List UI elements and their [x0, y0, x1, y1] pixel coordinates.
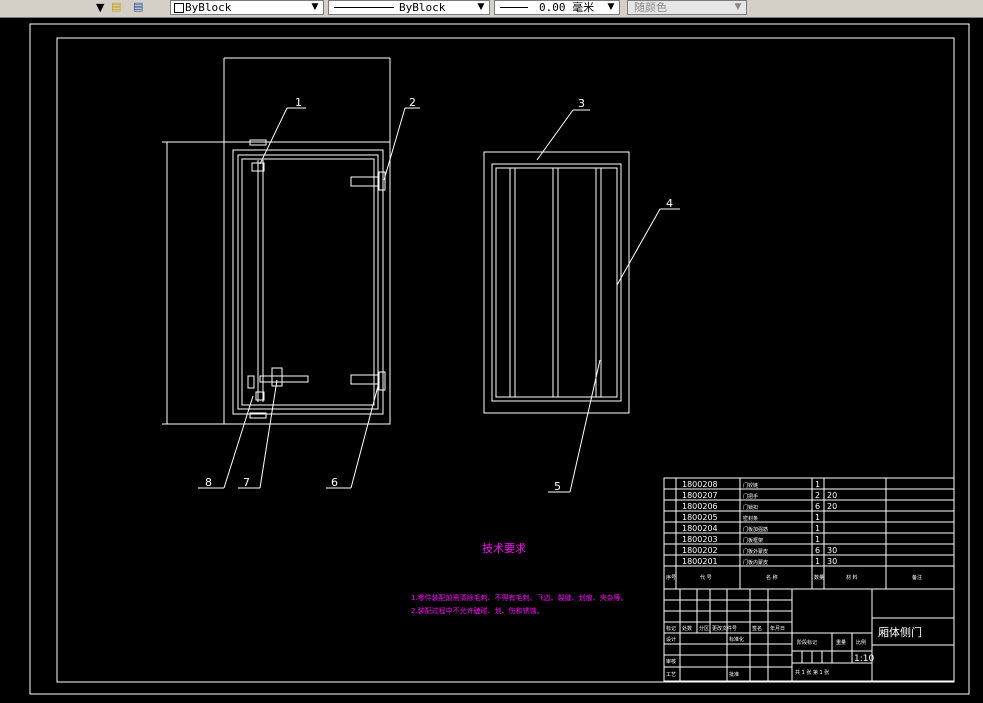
svg-text:门锁扣: 门锁扣	[743, 504, 758, 511]
svg-text:材 料: 材 料	[846, 574, 858, 581]
svg-text:设计: 设计	[666, 636, 676, 643]
svg-text:1800207: 1800207	[682, 491, 718, 500]
svg-text:1800201: 1800201	[682, 557, 718, 566]
svg-text:重量: 重量	[836, 639, 846, 646]
svg-text:门把手: 门把手	[743, 493, 758, 500]
svg-text:1: 1	[815, 480, 820, 489]
svg-text:代 号: 代 号	[700, 574, 712, 581]
svg-text:1: 1	[815, 513, 820, 522]
svg-text:批准: 批准	[729, 671, 739, 678]
svg-text:门板外蒙皮: 门板外蒙皮	[743, 548, 768, 555]
svg-text:分区: 分区	[699, 625, 709, 632]
svg-text:比例: 比例	[856, 639, 866, 646]
chevron-down-icon[interactable]: ▼	[475, 1, 487, 14]
svg-text:30: 30	[827, 557, 837, 566]
svg-text:工艺: 工艺	[666, 672, 676, 678]
dropdown-arrow-icon[interactable]: ▼	[96, 1, 104, 15]
door-front-view	[162, 57, 391, 425]
svg-text:处数: 处数	[682, 625, 692, 632]
chevron-down-icon[interactable]: ▼	[309, 1, 321, 14]
svg-text:6: 6	[815, 546, 820, 555]
svg-text:阶段标记: 阶段标记	[797, 639, 817, 646]
svg-text:1800204: 1800204	[682, 524, 718, 533]
chevron-down-icon[interactable]: ▼	[732, 1, 744, 14]
svg-text:年月日: 年月日	[770, 625, 785, 632]
svg-text:签名: 签名	[752, 625, 762, 632]
drawing-title: 厢体侧门	[878, 625, 922, 639]
sheet-number: 共 1 张 第 1 张	[795, 669, 829, 676]
svg-text:标准化: 标准化	[729, 636, 744, 643]
linetype-combo[interactable]: ByBlock ▼	[170, 0, 324, 15]
svg-text:1800206: 1800206	[682, 502, 718, 511]
plotstyle-combo[interactable]: 随颜色 ▼	[627, 0, 747, 15]
callout-3: 3	[578, 97, 585, 110]
svg-text:门板加强筋: 门板加强筋	[743, 526, 768, 533]
tech-requirements-title: 技术要求	[482, 542, 526, 555]
svg-text:备注: 备注	[912, 574, 922, 581]
svg-text:1800208: 1800208	[682, 480, 718, 489]
svg-text:序号: 序号	[666, 574, 676, 581]
callout-7: 7	[243, 476, 250, 489]
svg-text:名 称: 名 称	[766, 574, 778, 581]
drawing-canvas[interactable]: 1 2 3 4 5 6 7 8 技术要求 1.零件装配前需清除毛刺、不得有毛刺、…	[0, 18, 983, 703]
layer-states-icon[interactable]: ▤	[133, 0, 143, 14]
layer-stack-icon[interactable]: ▤	[111, 0, 121, 14]
svg-text:1800203: 1800203	[682, 535, 718, 544]
callout-5: 5	[554, 480, 561, 493]
door-rear-view	[483, 151, 630, 414]
svg-text:密封条: 密封条	[743, 515, 758, 522]
lineweight-combo[interactable]: ByBlock ▼	[328, 0, 490, 15]
color-swatch-icon	[174, 3, 184, 13]
svg-text:更改文件号: 更改文件号	[712, 625, 737, 632]
svg-text:门板内蒙皮: 门板内蒙皮	[743, 559, 768, 566]
tech-note-2: 2.装配过程中不允许磕碰、划、伤和锈蚀。	[411, 606, 544, 615]
svg-text:1: 1	[815, 524, 820, 533]
line-sample-icon	[334, 7, 394, 8]
properties-toolbar: ▼ ▤ ▤ ByBlock ▼ ByBlock ▼ 0.00 毫米 ▼ 随颜色 …	[0, 0, 983, 18]
leader-lines	[198, 107, 680, 493]
svg-text:2: 2	[815, 491, 820, 500]
svg-text:审核: 审核	[666, 658, 676, 665]
chevron-down-icon[interactable]: ▼	[605, 1, 617, 14]
svg-text:1: 1	[815, 535, 820, 544]
svg-text:1: 1	[815, 557, 820, 566]
callout-6: 6	[331, 476, 338, 489]
svg-text:1800202: 1800202	[682, 546, 718, 555]
svg-text:标记: 标记	[666, 625, 676, 632]
callout-1: 1	[295, 96, 302, 109]
svg-text:20: 20	[827, 502, 837, 511]
svg-text:20: 20	[827, 491, 837, 500]
svg-text:数量: 数量	[814, 574, 824, 581]
callout-8: 8	[205, 476, 212, 489]
tech-note-1: 1.零件装配前需清除毛刺、不得有毛刺、飞边、裂缝、划痕、夹杂等。	[411, 593, 628, 602]
callout-4: 4	[666, 197, 673, 210]
svg-text:6: 6	[815, 502, 820, 511]
callout-2: 2	[409, 96, 416, 109]
svg-text:1800205: 1800205	[682, 513, 718, 522]
plotwidth-combo[interactable]: 0.00 毫米 ▼	[494, 0, 620, 15]
svg-text:30: 30	[827, 546, 837, 555]
inner-border	[56, 37, 955, 683]
svg-text:门板框架: 门板框架	[743, 537, 763, 544]
drawing-scale: 1:10	[854, 654, 874, 664]
line-sample-icon	[500, 7, 528, 8]
svg-text:门铰链: 门铰链	[743, 482, 758, 489]
